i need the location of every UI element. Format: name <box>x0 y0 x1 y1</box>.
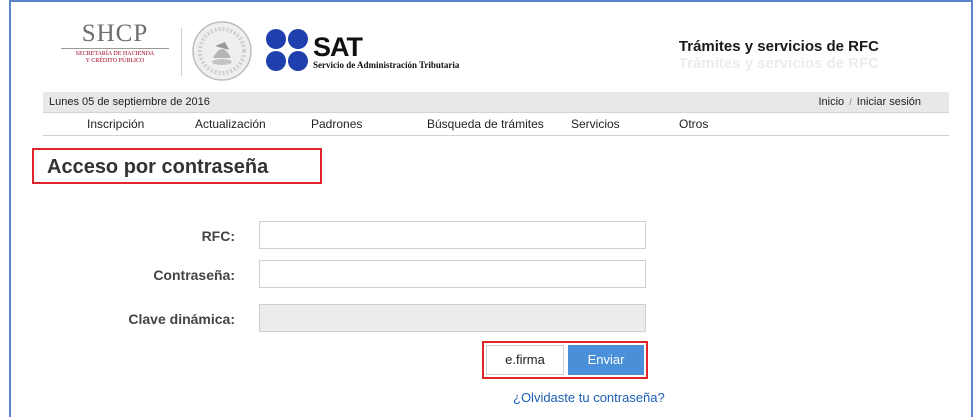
forgot-password-link[interactable]: ¿Olvidaste tu contraseña? <box>513 390 665 405</box>
submit-button[interactable]: Enviar <box>568 345 644 375</box>
shcp-subtitle-line2: Y CRÉDITO PÚBLICO <box>85 58 145 64</box>
shcp-subtitle-line1: SECRETARÍA DE HACIENDA <box>75 51 155 57</box>
mexican-coat-of-arms-icon <box>192 21 252 81</box>
link-separator: / <box>849 97 852 107</box>
password-label: Contraseña: <box>153 267 235 283</box>
password-input[interactable] <box>259 260 646 288</box>
sat-logo-icon <box>266 29 308 71</box>
sat-logo-text: SAT <box>313 32 363 62</box>
login-link[interactable]: Iniciar sesión <box>857 96 921 108</box>
shcp-logo[interactable]: SHCP SECRETARÍA DE HACIENDA Y CRÉDITO PÚ… <box>61 20 169 65</box>
rfc-input[interactable] <box>259 221 646 249</box>
current-date: Lunes 05 de septiembre de 2016 <box>49 96 210 108</box>
sat-subtitle: Servicio de Administración Tributaria <box>313 60 460 70</box>
header: SHCP SECRETARÍA DE HACIENDA Y CRÉDITO PÚ… <box>11 2 971 90</box>
auth-buttons-highlight: e.firma Enviar <box>482 341 648 379</box>
nav-item-inscripcion[interactable]: Inscripción <box>87 117 144 131</box>
site-title: Trámites y servicios de RFC <box>678 38 879 55</box>
date-bar: Lunes 05 de septiembre de 2016 Inicio / … <box>43 92 949 113</box>
page-title-highlight: Acceso por contraseña <box>32 148 322 184</box>
page-title: Acceso por contraseña <box>47 156 269 178</box>
nav-item-padrones[interactable]: Padrones <box>311 117 362 131</box>
nav-item-servicios[interactable]: Servicios <box>571 117 620 131</box>
sat-logo[interactable]: SAT Servicio de Administración Tributari… <box>265 24 495 76</box>
nav-item-actualizacion[interactable]: Actualización <box>195 117 266 131</box>
logo-divider <box>181 28 182 76</box>
home-link[interactable]: Inicio <box>818 96 844 108</box>
page-frame: SHCP SECRETARÍA DE HACIENDA Y CRÉDITO PÚ… <box>9 0 973 417</box>
nav-item-otros[interactable]: Otros <box>679 117 708 131</box>
nav-item-busqueda-de-tramites[interactable]: Búsqueda de trámites <box>427 117 544 131</box>
dynamic-key-label: Clave dinámica: <box>128 311 235 327</box>
rfc-label: RFC: <box>201 228 235 244</box>
dynamic-key-input <box>259 304 646 332</box>
site-title-shadow: Trámites y servicios de RFC <box>678 55 879 72</box>
session-links: Inicio / Iniciar sesión <box>818 92 921 112</box>
main-nav: Inscripción Actualización Padrones Búsqu… <box>43 113 949 136</box>
efirma-button[interactable]: e.firma <box>486 345 564 375</box>
shcp-title: SHCP <box>81 20 149 47</box>
shcp-subtitle: SECRETARÍA DE HACIENDA Y CRÉDITO PÚBLICO <box>61 48 169 65</box>
